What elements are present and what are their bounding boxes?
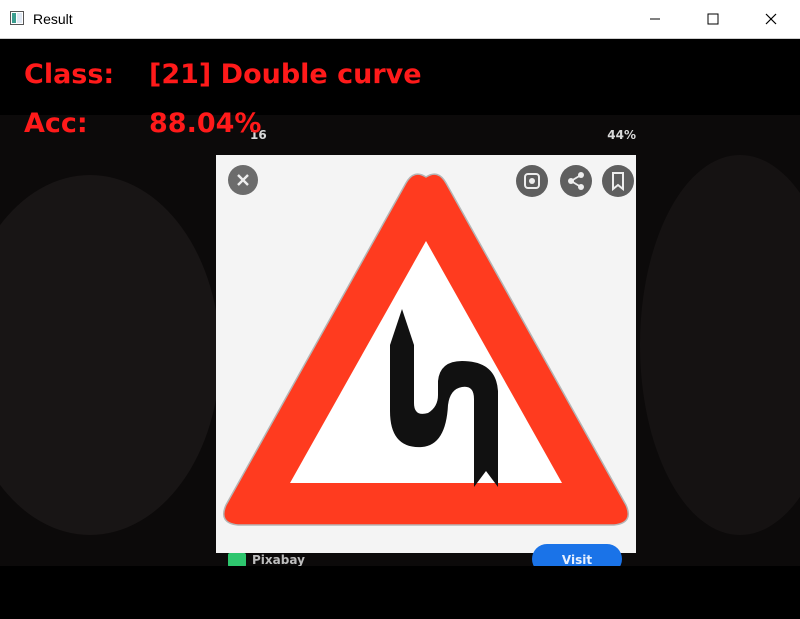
maximize-button[interactable]	[684, 0, 742, 38]
class-label: Class:	[24, 59, 115, 90]
phone-status-bar: 16 44%	[250, 125, 640, 147]
status-battery: 44%	[607, 128, 636, 142]
pixabay-source: Pixabay	[228, 550, 305, 566]
accuracy-value: 88.04%	[149, 108, 262, 139]
visit-button: Visit	[532, 544, 622, 566]
double-curve-sign	[223, 173, 629, 526]
result-window: Result 16 44% Pixabay Visit Class: [21] …	[0, 0, 800, 619]
app-window-icon	[10, 11, 24, 25]
accuracy-label: Acc:	[24, 108, 88, 139]
window-title: Result	[33, 11, 73, 27]
close-icon	[765, 13, 777, 25]
maximize-icon	[707, 13, 719, 25]
phone-screen	[216, 155, 636, 553]
camera-frame: 16 44% Pixabay Visit	[0, 115, 800, 566]
title-bar[interactable]: Result	[0, 0, 800, 39]
close-button[interactable]	[742, 0, 800, 38]
pixabay-logo-icon	[228, 553, 246, 566]
minimize-button[interactable]	[626, 0, 684, 38]
class-value: [21] Double curve	[149, 59, 422, 90]
minimize-icon	[650, 18, 660, 20]
background-blur-left	[0, 175, 220, 535]
background-blur-right	[640, 155, 800, 535]
camera-viewport: 16 44% Pixabay Visit Class: [21] Double …	[0, 39, 800, 619]
phone-image: 16 44% Pixabay Visit	[210, 128, 640, 566]
pixabay-label: Pixabay	[252, 553, 305, 566]
